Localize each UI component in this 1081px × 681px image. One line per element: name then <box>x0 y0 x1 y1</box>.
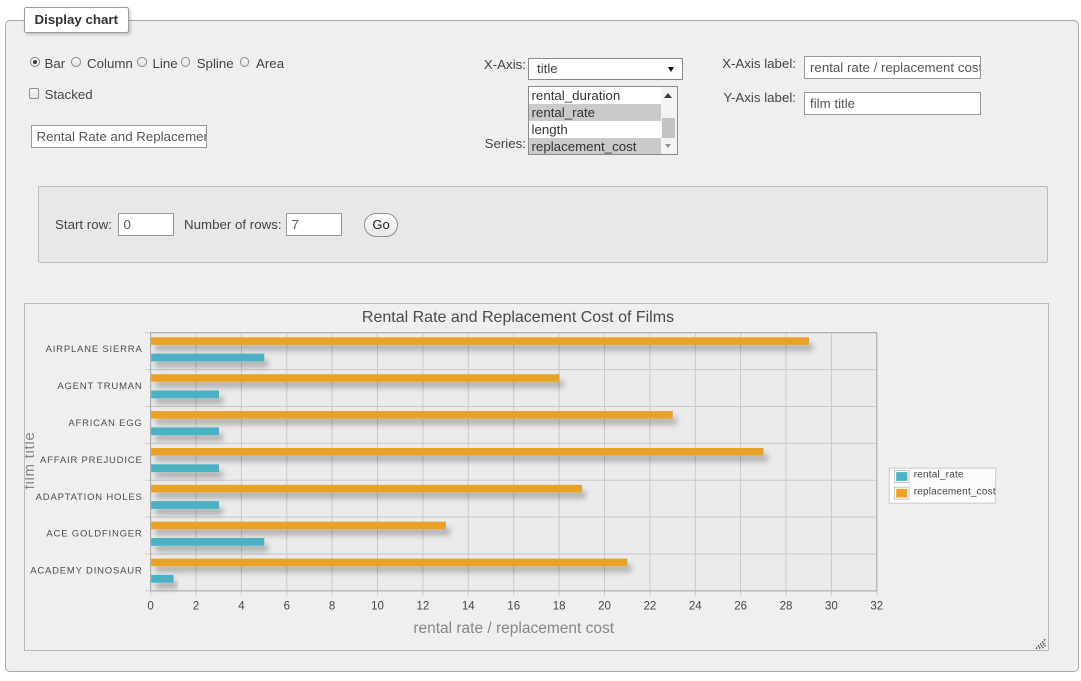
svg-text:6: 6 <box>284 600 290 612</box>
svg-text:AIRPLANE SIERRA: AIRPLANE SIERRA <box>46 344 143 355</box>
svg-text:30: 30 <box>825 600 838 612</box>
svg-text:AGENT TRUMAN: AGENT TRUMAN <box>57 381 142 392</box>
svg-text:12: 12 <box>417 600 430 612</box>
svg-text:AFRICAN EGG: AFRICAN EGG <box>68 418 142 429</box>
svg-text:Rental Rate and Replacement Co: Rental Rate and Replacement Cost of Film… <box>362 309 674 326</box>
svg-text:32: 32 <box>870 600 883 612</box>
svg-text:8: 8 <box>329 600 335 612</box>
svg-text:replacement_cost: replacement_cost <box>914 486 996 497</box>
svg-text:10: 10 <box>371 600 384 612</box>
svg-text:AFFAIR PREJUDICE: AFFAIR PREJUDICE <box>40 455 143 466</box>
svg-text:26: 26 <box>734 600 747 612</box>
svg-text:18: 18 <box>553 600 566 612</box>
svg-text:16: 16 <box>507 600 520 612</box>
svg-text:22: 22 <box>644 600 657 612</box>
svg-text:ACE GOLDFINGER: ACE GOLDFINGER <box>46 529 142 540</box>
svg-text:24: 24 <box>689 600 702 612</box>
svg-text:0: 0 <box>147 600 153 612</box>
svg-text:4: 4 <box>238 600 245 612</box>
svg-text:14: 14 <box>462 600 475 612</box>
svg-text:rental_rate: rental_rate <box>914 469 964 480</box>
svg-text:28: 28 <box>780 600 793 612</box>
svg-text:film title: film title <box>25 432 38 490</box>
svg-text:2: 2 <box>193 600 199 612</box>
svg-text:ACADEMY DINOSAUR: ACADEMY DINOSAUR <box>30 566 142 577</box>
svg-text:ADAPTATION HOLES: ADAPTATION HOLES <box>36 492 143 503</box>
svg-text:rental rate / replacement cost: rental rate / replacement cost <box>413 620 614 637</box>
svg-text:20: 20 <box>598 600 611 612</box>
